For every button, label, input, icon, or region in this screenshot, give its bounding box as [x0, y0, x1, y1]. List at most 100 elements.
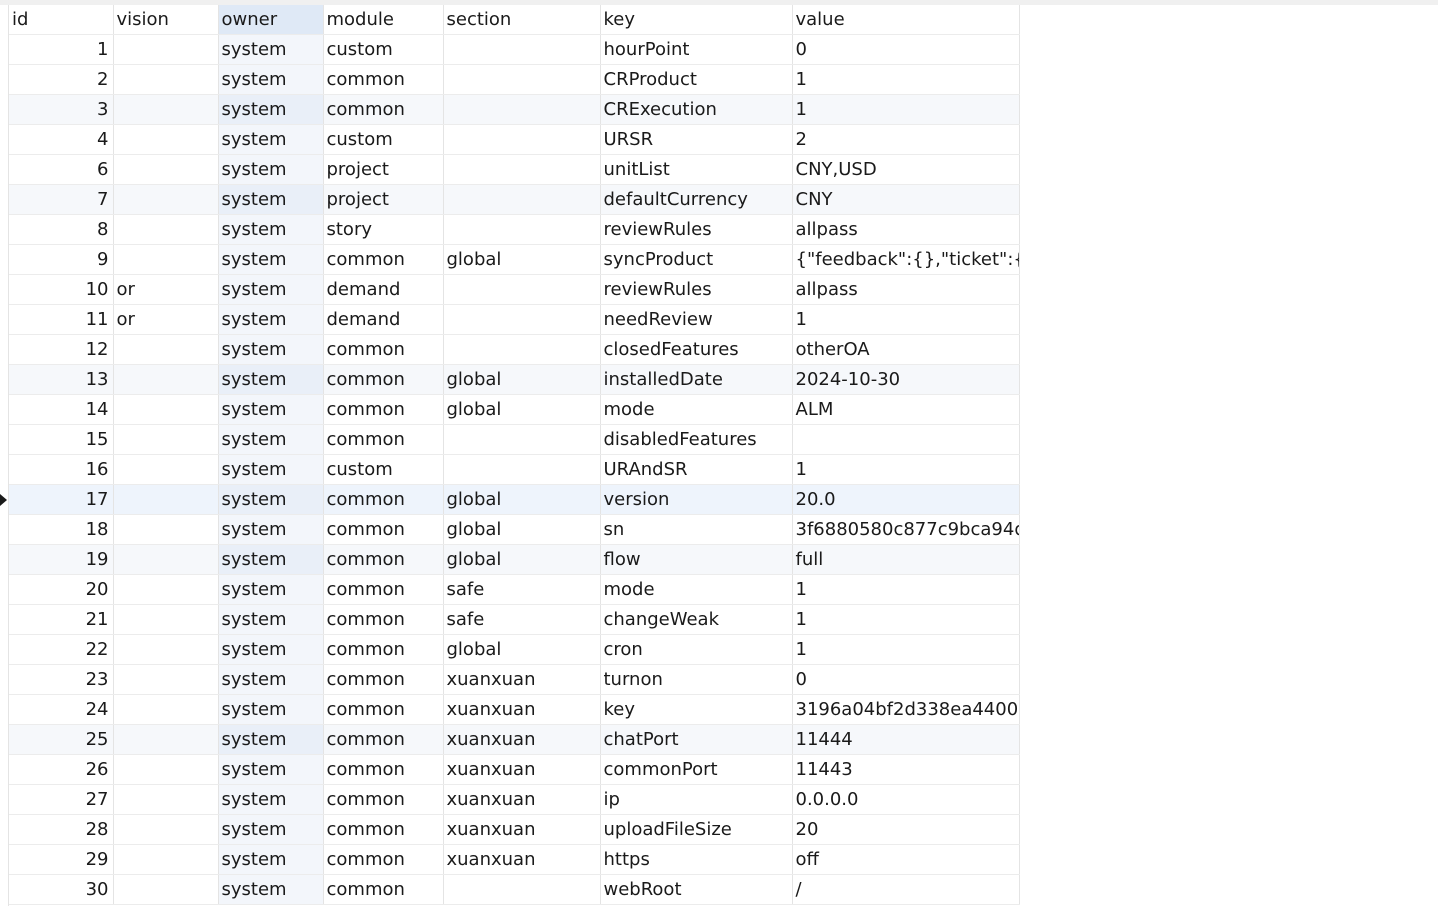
- row-selector-gutter[interactable]: [0, 5, 9, 906]
- cell-id[interactable]: 2: [9, 64, 114, 95]
- cell-section[interactable]: [443, 214, 601, 245]
- cell-module[interactable]: common: [323, 334, 444, 365]
- cell-value[interactable]: 11444: [792, 724, 1020, 755]
- table-row[interactable]: 30 system common webRoot /: [9, 874, 1020, 905]
- cell-id[interactable]: 3: [9, 94, 114, 125]
- column-header-section[interactable]: section: [443, 5, 601, 35]
- cell-value[interactable]: {"feedback":{},"ticket":{}}: [792, 244, 1020, 275]
- table-row[interactable]: 21 system common safe changeWeak 1: [9, 604, 1020, 635]
- cell-id[interactable]: 22: [9, 634, 114, 665]
- cell-value[interactable]: CNY,USD: [792, 154, 1020, 185]
- cell-section[interactable]: global: [443, 394, 601, 425]
- cell-value[interactable]: 0.0.0.0: [792, 784, 1020, 815]
- cell-module[interactable]: common: [323, 604, 444, 635]
- cell-key[interactable]: CRProduct: [600, 64, 793, 95]
- cell-section[interactable]: [443, 34, 601, 65]
- cell-module[interactable]: project: [323, 184, 444, 215]
- table-row[interactable]: 22 system common global cron 1: [9, 634, 1020, 665]
- cell-vision[interactable]: [113, 214, 219, 245]
- cell-key[interactable]: mode: [600, 394, 793, 425]
- cell-owner[interactable]: system: [218, 484, 324, 515]
- cell-key[interactable]: disabledFeatures: [600, 424, 793, 455]
- cell-value[interactable]: 3f6880580c877c9bca94d: [792, 514, 1020, 545]
- cell-module[interactable]: common: [323, 724, 444, 755]
- cell-owner[interactable]: system: [218, 244, 324, 275]
- cell-vision[interactable]: [113, 364, 219, 395]
- cell-value[interactable]: 1: [792, 634, 1020, 665]
- cell-owner[interactable]: system: [218, 724, 324, 755]
- table-row[interactable]: 11 or system demand needReview 1: [9, 304, 1020, 335]
- cell-owner[interactable]: system: [218, 544, 324, 575]
- cell-value[interactable]: 0: [792, 34, 1020, 65]
- cell-value[interactable]: [792, 424, 1020, 455]
- cell-vision[interactable]: [113, 244, 219, 275]
- cell-vision[interactable]: [113, 394, 219, 425]
- table-row[interactable]: 13 system common global installedDate 2024-10…: [9, 364, 1020, 395]
- cell-value[interactable]: allpass: [792, 274, 1020, 305]
- table-row[interactable]: 29 system common xuanxuan https off: [9, 844, 1020, 875]
- cell-owner[interactable]: system: [218, 874, 324, 905]
- cell-vision[interactable]: [113, 844, 219, 875]
- cell-id[interactable]: 4: [9, 124, 114, 155]
- cell-key[interactable]: chatPort: [600, 724, 793, 755]
- column-header-key[interactable]: key: [600, 5, 793, 35]
- cell-id[interactable]: 21: [9, 604, 114, 635]
- cell-owner[interactable]: system: [218, 754, 324, 785]
- cell-id[interactable]: 30: [9, 874, 114, 905]
- column-header-id[interactable]: id: [9, 5, 114, 35]
- cell-id[interactable]: 10: [9, 274, 114, 305]
- cell-key[interactable]: CRExecution: [600, 94, 793, 125]
- cell-module[interactable]: common: [323, 394, 444, 425]
- cell-key[interactable]: hourPoint: [600, 34, 793, 65]
- cell-owner[interactable]: system: [218, 184, 324, 215]
- cell-module[interactable]: common: [323, 694, 444, 725]
- column-header-module[interactable]: module: [323, 5, 444, 35]
- cell-id[interactable]: 26: [9, 754, 114, 785]
- column-header-vision[interactable]: vision: [113, 5, 219, 35]
- cell-vision[interactable]: [113, 664, 219, 695]
- cell-module[interactable]: common: [323, 574, 444, 605]
- cell-vision[interactable]: [113, 64, 219, 95]
- table-row[interactable]: 27 system common xuanxuan ip 0.0.0.0: [9, 784, 1020, 815]
- cell-id[interactable]: 24: [9, 694, 114, 725]
- cell-key[interactable]: defaultCurrency: [600, 184, 793, 215]
- cell-key[interactable]: key: [600, 694, 793, 725]
- cell-key[interactable]: turnon: [600, 664, 793, 695]
- cell-key[interactable]: closedFeatures: [600, 334, 793, 365]
- table-row[interactable]: 26 system common xuanxuan commonPort 11443: [9, 754, 1020, 785]
- cell-section[interactable]: xuanxuan: [443, 844, 601, 875]
- cell-module[interactable]: common: [323, 64, 444, 95]
- cell-vision[interactable]: [113, 184, 219, 215]
- cell-id[interactable]: 29: [9, 844, 114, 875]
- cell-section[interactable]: global: [443, 244, 601, 275]
- cell-module[interactable]: common: [323, 514, 444, 545]
- cell-owner[interactable]: system: [218, 694, 324, 725]
- cell-section[interactable]: xuanxuan: [443, 724, 601, 755]
- cell-module[interactable]: common: [323, 664, 444, 695]
- cell-key[interactable]: webRoot: [600, 874, 793, 905]
- cell-vision[interactable]: [113, 634, 219, 665]
- cell-module[interactable]: custom: [323, 454, 444, 485]
- cell-id[interactable]: 14: [9, 394, 114, 425]
- cell-id[interactable]: 12: [9, 334, 114, 365]
- cell-id[interactable]: 16: [9, 454, 114, 485]
- table-row[interactable]: 17 system common global version 20.0: [9, 484, 1020, 515]
- cell-id[interactable]: 13: [9, 364, 114, 395]
- table-row[interactable]: 2 system common CRProduct 1: [9, 64, 1020, 95]
- cell-vision[interactable]: [113, 514, 219, 545]
- cell-module[interactable]: common: [323, 364, 444, 395]
- cell-value[interactable]: /: [792, 874, 1020, 905]
- cell-id[interactable]: 9: [9, 244, 114, 275]
- cell-id[interactable]: 15: [9, 424, 114, 455]
- cell-module[interactable]: common: [323, 814, 444, 845]
- cell-owner[interactable]: system: [218, 214, 324, 245]
- cell-owner[interactable]: system: [218, 574, 324, 605]
- cell-module[interactable]: common: [323, 844, 444, 875]
- cell-section[interactable]: xuanxuan: [443, 664, 601, 695]
- cell-id[interactable]: 27: [9, 784, 114, 815]
- cell-value[interactable]: 11443: [792, 754, 1020, 785]
- cell-value[interactable]: 1: [792, 94, 1020, 125]
- cell-module[interactable]: common: [323, 544, 444, 575]
- cell-value[interactable]: 1: [792, 454, 1020, 485]
- cell-value[interactable]: full: [792, 544, 1020, 575]
